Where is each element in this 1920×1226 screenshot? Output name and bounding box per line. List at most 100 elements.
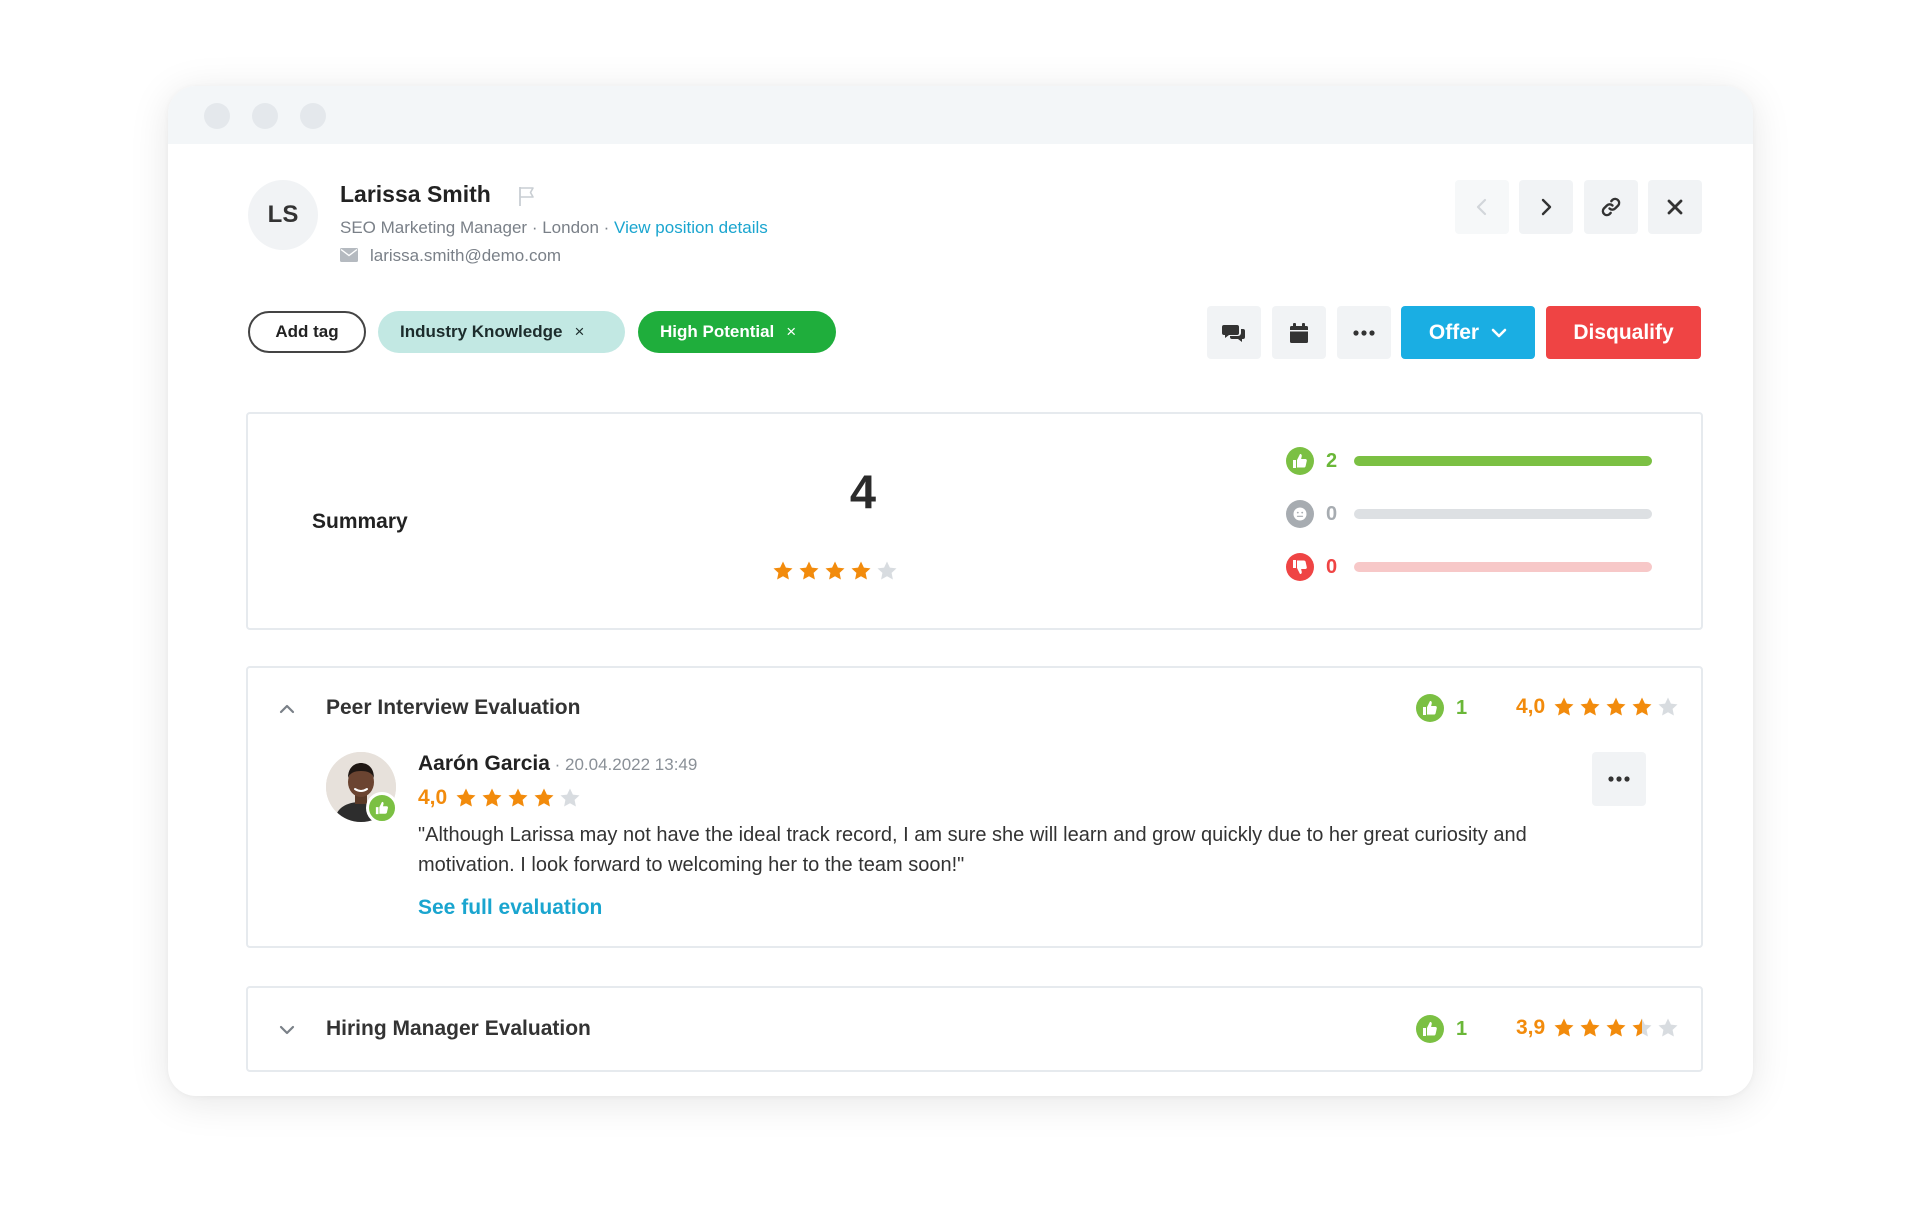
window-dot bbox=[204, 103, 230, 129]
rating-stars bbox=[1553, 1017, 1679, 1039]
meta-separator: · bbox=[598, 218, 615, 237]
star-icon bbox=[1580, 1018, 1600, 1037]
mail-icon bbox=[340, 248, 358, 262]
star-icon bbox=[534, 788, 554, 807]
chevron-left-icon bbox=[1476, 198, 1487, 216]
link-icon bbox=[1601, 197, 1621, 217]
review-text: "Although Larissa may not have the ideal… bbox=[418, 824, 1527, 876]
chevron-down-icon[interactable] bbox=[278, 1021, 296, 1039]
tag-high-potential[interactable]: High Potential × bbox=[638, 311, 836, 353]
reviewer-header: Aarón Garcia · 20.04.2022 13:49 bbox=[418, 752, 697, 776]
thumbs-up-icon bbox=[1416, 1015, 1444, 1043]
summary-card: Summary 4 2 0 0 bbox=[246, 412, 1703, 630]
summary-score: 4 bbox=[849, 465, 877, 518]
copy-link-button[interactable] bbox=[1584, 180, 1638, 234]
app-window: LS Larissa Smith SEO Marketing Manager ·… bbox=[168, 86, 1753, 1096]
star-icon bbox=[773, 561, 793, 580]
chevron-up-icon[interactable] bbox=[278, 700, 296, 718]
evaluation-title[interactable]: Hiring Manager Evaluation bbox=[326, 1017, 591, 1041]
star-icon bbox=[1554, 1018, 1574, 1037]
star-icon bbox=[851, 561, 871, 580]
negative-count: 0 bbox=[1326, 555, 1338, 578]
candidate-name: Larissa Smith bbox=[340, 181, 491, 207]
review-rating-value: 4,0 bbox=[418, 786, 448, 809]
thumbs-up-icon bbox=[366, 792, 398, 824]
close-button[interactable] bbox=[1648, 180, 1702, 234]
flag-icon[interactable] bbox=[516, 185, 538, 207]
star-icon bbox=[1632, 697, 1652, 716]
see-full-evaluation-link[interactable]: See full evaluation bbox=[418, 896, 602, 920]
neutral-votes-row: 0 bbox=[1286, 500, 1652, 528]
negative-votes-row: 0 bbox=[1286, 553, 1652, 581]
previous-button[interactable] bbox=[1455, 180, 1509, 234]
star-icon bbox=[1580, 697, 1600, 716]
candidate-email[interactable]: larissa.smith@demo.com bbox=[370, 246, 561, 266]
window-dot bbox=[252, 103, 278, 129]
positive-votes-row: 2 bbox=[1286, 447, 1652, 475]
negative-bar bbox=[1354, 562, 1652, 572]
offer-label: Offer bbox=[1428, 320, 1480, 344]
review-stars bbox=[455, 787, 581, 809]
reviewer-name: Aarón Garcia bbox=[418, 752, 550, 775]
thumbs-up-icon bbox=[1286, 447, 1314, 475]
next-button[interactable] bbox=[1519, 180, 1573, 234]
evaluation-vote-count: 1 bbox=[1456, 696, 1468, 719]
evaluation-votes: 1 bbox=[1416, 694, 1467, 722]
candidate-avatar: LS bbox=[248, 180, 318, 250]
star-icon bbox=[1554, 697, 1574, 716]
rating-value: 3,9 bbox=[1516, 1016, 1546, 1039]
schedule-button[interactable] bbox=[1272, 306, 1326, 359]
evaluation-votes: 1 bbox=[1416, 1015, 1467, 1043]
chevron-right-icon bbox=[1541, 198, 1552, 216]
evaluation-rating: 3,9 bbox=[1516, 1016, 1679, 1040]
star-icon bbox=[799, 561, 819, 580]
star-icon bbox=[1658, 697, 1678, 716]
rating-stars bbox=[1553, 696, 1679, 718]
window-titlebar bbox=[168, 86, 1753, 144]
positive-count: 2 bbox=[1326, 449, 1338, 472]
positive-bar bbox=[1354, 456, 1652, 466]
offer-button[interactable]: Offer bbox=[1401, 306, 1535, 359]
tag-remove-icon[interactable]: × bbox=[574, 322, 584, 342]
star-icon bbox=[1606, 1018, 1626, 1037]
ellipsis-icon bbox=[1608, 776, 1630, 782]
calendar-icon bbox=[1290, 322, 1308, 343]
candidate-position: SEO Marketing Manager bbox=[340, 218, 528, 237]
review-rating: 4,0 bbox=[418, 786, 581, 810]
neutral-bar bbox=[1354, 509, 1652, 519]
star-icon bbox=[456, 788, 476, 807]
thumbs-up-icon bbox=[1416, 694, 1444, 722]
thumbs-down-icon bbox=[1286, 553, 1314, 581]
meta-separator: · bbox=[527, 218, 543, 237]
disqualify-button[interactable]: Disqualify bbox=[1546, 306, 1701, 359]
star-icon bbox=[560, 788, 580, 807]
hiring-manager-evaluation-card[interactable]: Hiring Manager Evaluation 1 3,9 bbox=[246, 986, 1703, 1072]
star-icon bbox=[508, 788, 528, 807]
tag-remove-icon[interactable]: × bbox=[786, 322, 796, 342]
candidate-location: London bbox=[542, 218, 599, 237]
summary-label: Summary bbox=[312, 510, 408, 533]
tag-label: Industry Knowledge bbox=[400, 322, 563, 341]
window-dot bbox=[300, 103, 326, 129]
neutral-face-icon bbox=[1286, 500, 1314, 528]
chat-icon bbox=[1222, 324, 1245, 342]
more-actions-button[interactable] bbox=[1337, 306, 1391, 359]
star-icon bbox=[1632, 1018, 1652, 1037]
star-icon bbox=[1658, 1018, 1678, 1037]
rating-value: 4,0 bbox=[1516, 695, 1546, 718]
evaluation-rating: 4,0 bbox=[1516, 695, 1679, 719]
evaluation-title[interactable]: Peer Interview Evaluation bbox=[326, 696, 580, 720]
review-more-button[interactable] bbox=[1592, 752, 1646, 806]
star-icon bbox=[877, 561, 897, 580]
tag-label: High Potential bbox=[660, 322, 775, 341]
review-date: · 20.04.2022 13:49 bbox=[549, 755, 698, 774]
tag-industry-knowledge[interactable]: Industry Knowledge × bbox=[378, 311, 625, 353]
star-icon bbox=[482, 788, 502, 807]
add-tag-button[interactable]: Add tag bbox=[248, 311, 366, 353]
close-icon bbox=[1667, 199, 1683, 215]
ellipsis-icon bbox=[1353, 329, 1375, 336]
messages-button[interactable] bbox=[1207, 306, 1261, 359]
neutral-count: 0 bbox=[1326, 502, 1338, 525]
view-position-link[interactable]: View position details bbox=[614, 218, 768, 237]
evaluation-vote-count: 1 bbox=[1456, 1017, 1468, 1040]
